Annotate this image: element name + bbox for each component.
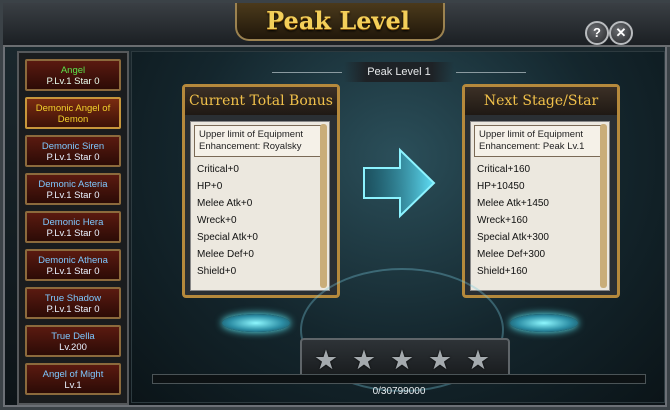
stage-label: Peak Level 1 <box>344 62 454 82</box>
next-stage-title: Next Stage/Star <box>465 87 617 115</box>
character-list: Angel P.Lv.1 Star 0 Demonic Angel of Demon… <box>17 51 129 405</box>
character-level: P.Lv.1 Star 0 <box>46 266 100 277</box>
stat-line: Wreck+0 <box>197 215 237 226</box>
stat-line: Melee Def+0 <box>197 249 254 260</box>
character-level: Lv.200 <box>59 342 87 353</box>
character-level: P.Lv.1 Star 0 <box>46 190 100 201</box>
current-bonus-title: Current Total Bonus <box>185 87 337 115</box>
character-tab[interactable]: Demonic Athena P.Lv.1 Star 0 <box>25 249 121 281</box>
current-bonus-panel: Current Total Bonus Upper limit of Equip… <box>182 84 340 298</box>
character-tab[interactable]: Angel P.Lv.1 Star 0 <box>25 59 121 91</box>
character-level: P.Lv.1 Star 0 <box>46 228 100 239</box>
next-scrollbar[interactable] <box>600 124 607 288</box>
arrow-right-icon <box>363 147 436 219</box>
stat-line: Melee Atk+1450 <box>477 198 549 209</box>
stat-line: Critical+0 <box>197 164 239 175</box>
stat-line: Shield+160 <box>477 266 528 277</box>
stat-line: HP+0 <box>197 181 223 192</box>
character-tab[interactable]: Demonic Hera P.Lv.1 Star 0 <box>25 211 121 243</box>
character-level: P.Lv.1 Star 0 <box>46 76 100 87</box>
stat-line: Wreck+160 <box>477 215 528 226</box>
star-icon: ★ <box>427 345 453 375</box>
help-button[interactable]: ? <box>585 21 609 45</box>
character-level: Lv.1 <box>64 380 82 391</box>
character-tab[interactable]: Demonic Asteria P.Lv.1 Star 0 <box>25 173 121 205</box>
main-panel: Peak Level 1 Current Total Bonus Upper l… <box>131 51 665 403</box>
character-name: Angel <box>60 65 86 76</box>
window-title: Peak Level <box>266 6 410 35</box>
stat-line: Special Atk+300 <box>477 232 549 243</box>
stage-divider-right <box>456 72 526 73</box>
current-limit-text: Upper limit of Equipment Enhancement: Ro… <box>194 125 322 157</box>
character-name: True Shadow <box>44 293 102 304</box>
stat-line: Critical+160 <box>477 164 531 175</box>
character-name: True Della <box>51 331 95 342</box>
current-bonus-body[interactable]: Upper limit of Equipment Enhancement: Ro… <box>190 121 330 291</box>
character-tab[interactable]: Demonic Angel of Demon <box>25 97 121 129</box>
stat-line: Melee Def+300 <box>477 249 546 260</box>
character-level: P.Lv.1 Star 0 <box>46 152 100 163</box>
next-stage-body[interactable]: Upper limit of Equipment Enhancement: Pe… <box>470 121 610 291</box>
current-scrollbar[interactable] <box>320 124 327 288</box>
character-name: Demonic Asteria <box>38 179 108 190</box>
character-name: Demonic Angel of Demon <box>35 103 111 125</box>
character-tab[interactable]: Demonic Siren P.Lv.1 Star 0 <box>25 135 121 167</box>
character-name: Demonic Hera <box>42 217 104 228</box>
character-level: P.Lv.1 Star 0 <box>46 304 100 315</box>
stat-line: Shield+0 <box>197 266 237 277</box>
stat-line: Special Atk+0 <box>197 232 258 243</box>
character-name: Angel of Might <box>42 369 104 380</box>
next-stage-panel: Next Stage/Star Upper limit of Equipment… <box>462 84 620 298</box>
character-tab[interactable]: True Della Lv.200 <box>25 325 121 357</box>
peak-level-window: Peak Level ? ✕ Angel P.Lv.1 Star 0 Demonic… <box>0 0 670 410</box>
character-name: Demonic Athena <box>38 255 108 266</box>
star-icon: ★ <box>313 345 339 375</box>
star-icon: ★ <box>351 345 377 375</box>
next-limit-text: Upper limit of Equipment Enhancement: Pe… <box>474 125 602 157</box>
exp-progress-text: 0/30799000 <box>372 386 426 397</box>
stat-line: Melee Atk+0 <box>197 198 253 209</box>
stat-line: HP+10450 <box>477 181 525 192</box>
character-tab[interactable]: True Shadow P.Lv.1 Star 0 <box>25 287 121 319</box>
character-tab[interactable]: Angel of Might Lv.1 <box>25 363 121 395</box>
character-name: Demonic Siren <box>41 141 105 152</box>
close-button[interactable]: ✕ <box>609 21 633 45</box>
right-platform <box>510 314 578 332</box>
left-platform <box>222 314 290 332</box>
star-icon: ★ <box>389 345 415 375</box>
exp-progress-bar <box>152 374 646 384</box>
stage-divider-left <box>272 72 342 73</box>
star-icon: ★ <box>465 345 491 375</box>
